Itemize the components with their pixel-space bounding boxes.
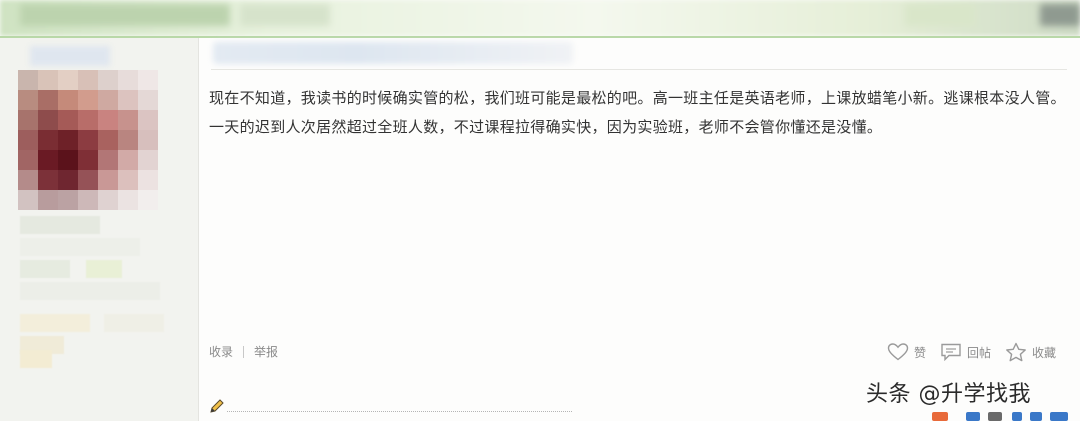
blurred-profile-info xyxy=(86,260,122,278)
tray-icon xyxy=(966,412,980,421)
blurred-region xyxy=(240,4,330,26)
blurred-region xyxy=(20,4,230,26)
post-body-text: 现在不知道，我读书的时候确实管的松，我们班可能是最松的吧。高一班主任是英语老师，… xyxy=(209,89,1066,136)
blurred-region xyxy=(1040,4,1080,26)
quick-reply-row[interactable] xyxy=(209,398,572,414)
collect-button[interactable]: 收藏 xyxy=(1005,342,1056,362)
blurred-profile-info xyxy=(20,314,90,332)
blurred-profile-info xyxy=(20,282,160,300)
tray-icon xyxy=(932,412,948,421)
like-label: 赞 xyxy=(913,345,926,360)
tray-icon xyxy=(1030,412,1042,421)
post-header-divider xyxy=(211,69,1067,70)
post-tools: 收录 举报 xyxy=(209,343,278,360)
comment-icon xyxy=(941,343,961,361)
blurred-header-bar xyxy=(0,0,1080,36)
tray-icon xyxy=(1012,412,1022,421)
pencil-icon xyxy=(210,399,224,413)
report-link[interactable]: 举报 xyxy=(254,343,278,360)
star-icon xyxy=(1006,342,1026,362)
blurred-profile-info xyxy=(20,260,70,278)
favorite-link[interactable]: 收录 xyxy=(209,343,233,360)
collect-label: 收藏 xyxy=(1031,345,1056,360)
blurred-post-header xyxy=(213,42,573,64)
blurred-profile-info xyxy=(104,314,164,332)
heart-icon xyxy=(887,343,909,361)
blurred-username xyxy=(30,46,110,66)
blurred-profile-info xyxy=(20,216,100,234)
author-sidebar xyxy=(0,38,199,421)
forum-post-page: 现在不知道，我读书的时候确实管的松，我们班可能是最松的吧。高一班主任是英语老师，… xyxy=(0,0,1080,421)
blurred-profile-info xyxy=(20,350,52,368)
tray-icon xyxy=(988,412,1002,421)
post-content-area: 现在不知道，我读书的时候确实管的松，我们班可能是最松的吧。高一班主任是英语老师，… xyxy=(199,38,1080,421)
blurred-tray-icons xyxy=(932,410,1080,421)
reply-input-line[interactable] xyxy=(227,410,572,412)
post-actions: 赞 回帖 收藏 xyxy=(873,342,1056,362)
avatar[interactable] xyxy=(18,70,158,210)
divider xyxy=(243,345,245,358)
reply-label: 回帖 xyxy=(966,345,991,360)
tray-icon xyxy=(1050,412,1068,421)
like-button[interactable]: 赞 xyxy=(887,343,926,361)
blurred-region xyxy=(905,4,975,26)
watermark: 头条 @升学找我 xyxy=(866,382,1031,407)
blurred-profile-info xyxy=(20,238,140,256)
reply-button[interactable]: 回帖 xyxy=(940,343,991,361)
